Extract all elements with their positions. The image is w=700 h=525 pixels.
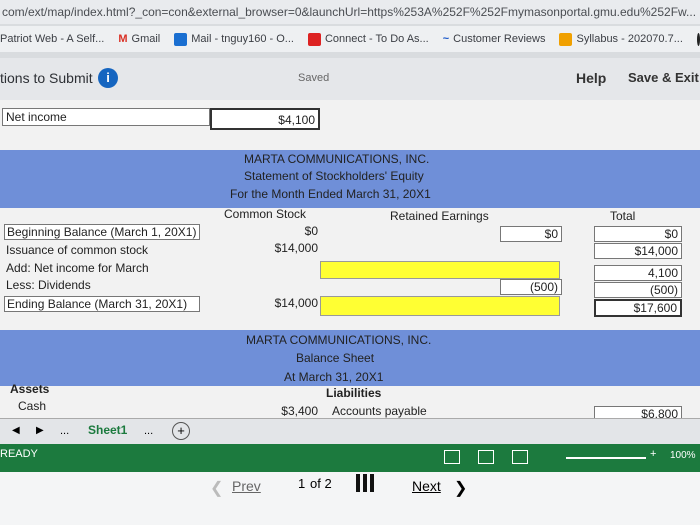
bookmark-mail[interactable]: Mail - tnguy160 - O... [174,32,294,46]
status-bar: READY + 100% [0,444,700,472]
page-count: of 2 [310,476,332,491]
prev-chevron-icon[interactable]: ❮ [210,478,223,498]
reviews-icon: ~ [442,33,450,45]
net-income-label: Net income [2,108,210,126]
net-income-total[interactable]: 4,100 [594,265,682,281]
url-bar[interactable]: com/ext/map/index.html?_con=con&external… [0,0,700,24]
bookmark-label: Customer Reviews [453,33,546,45]
bookmark-customer-reviews[interactable]: ~ Customer Reviews [443,33,546,45]
current-page: 1 [298,476,306,491]
issuance-common[interactable]: $14,000 [240,241,318,255]
bookmark-patriot-web[interactable]: Patriot Web - A Self... [0,33,104,45]
bookmark-label: Gmail [131,33,161,45]
tab-sheet1[interactable]: Sheet1 [88,423,127,437]
ready-status: READY [0,448,38,460]
dividends-retained[interactable]: (500) [500,279,562,295]
connect-icon [307,32,321,46]
accounts-payable-label: Accounts payable [332,404,427,418]
beginning-total[interactable]: $0 [594,226,682,242]
gmail-icon: M [118,33,128,45]
retained-earnings-input-row3[interactable] [320,261,560,279]
issuance-label: Issuance of common stock [6,243,149,257]
info-icon[interactable]: i [98,68,118,88]
prev-button[interactable]: Prev [232,478,261,494]
bookmark-connect[interactable]: Connect - To Do As... [307,32,429,46]
col-total: Total [610,209,636,223]
next-button[interactable]: Next [412,478,441,494]
spreadsheet-grid[interactable]: Net income $4,100 MARTA COMMUNICATIONS, … [0,100,700,418]
tab-left-arrow-icon[interactable]: ◀ [12,425,20,436]
equity-company: MARTA COMMUNICATIONS, INC. [244,152,430,166]
normal-view-icon[interactable] [444,450,460,464]
sheet-tab-bar: ◀ ▶ ... Sheet1 ... + [0,418,700,444]
tab-right-arrow-icon[interactable]: ▶ [36,425,44,436]
balance-company: MARTA COMMUNICATIONS, INC. [246,333,432,347]
bookmark-syllabus[interactable]: Syllabus - 202070.7... [559,32,683,46]
saved-status: Saved [298,72,330,84]
add-sheet-icon[interactable]: + [172,422,190,440]
tabs-more-right[interactable]: ... [144,425,153,437]
bookmark-label: Patriot Web - A Self... [0,33,105,45]
equity-statement: Statement of Stockholders' Equity [244,169,424,183]
accounts-payable-value[interactable]: $6,800 [594,406,682,418]
syllabus-icon [559,32,573,46]
cash-value[interactable]: $3,400 [240,404,318,418]
bookmark-label: Mail - tnguy160 - O... [191,33,294,45]
beginning-balance-label: Beginning Balance (March 1, 20X1) [4,224,200,240]
balance-date: At March 31, 20X1 [284,370,384,384]
net-income-value[interactable]: $4,100 [210,108,320,130]
bookmarks-bar: Patriot Web - A Self... M Gmail Mail - t… [0,26,700,52]
net-income-row-label: Add: Net income for March [6,261,149,275]
bookmark-label: Syllabus - 202070.7... [576,33,683,45]
page-title: tions to Submit [0,70,93,86]
pagination: ❮ Prev 1 of 2 Next ❯ [0,472,700,525]
ending-common[interactable]: $14,000 [240,296,318,310]
next-chevron-icon[interactable]: ❯ [454,478,467,498]
ending-balance-retained-input[interactable] [320,296,560,316]
ending-balance-label: Ending Balance (March 31, 20X1) [4,296,200,312]
bookmark-label: Connect - To Do As... [324,33,429,45]
col-retained-earnings: Retained Earnings [390,209,489,223]
zoom-slider[interactable] [566,457,646,459]
app-header: tions to Submit i Saved Help Save & Exit [0,58,700,100]
ending-total[interactable]: $17,600 [594,299,682,317]
col-common-stock: Common Stock [224,207,307,221]
zoom-level: 100% [670,450,696,461]
zoom-in-icon[interactable]: + [650,448,656,460]
liabilities-label: Liabilities [326,386,382,400]
page-break-icon[interactable] [512,450,528,464]
beginning-common[interactable]: $0 [240,224,318,238]
issuance-total[interactable]: $14,000 [594,243,682,259]
help-button[interactable]: Help [576,70,606,86]
save-exit-button[interactable]: Save & Exit [628,70,699,85]
page-layout-icon[interactable] [478,450,494,464]
tabs-more-left[interactable]: ... [60,425,69,437]
bookmark-gmail[interactable]: M Gmail [118,33,160,45]
beginning-retained[interactable]: $0 [500,226,562,242]
balance-statement: Balance Sheet [296,351,375,365]
outlook-icon [174,32,188,46]
equity-period: For the Month Ended March 31, 20X1 [230,187,431,201]
dividends-total[interactable]: (500) [594,282,682,298]
page-grid-icon[interactable] [356,474,374,492]
assets-label: Assets [10,382,50,396]
cash-label: Cash [18,399,47,413]
dividends-label: Less: Dividends [6,278,91,292]
